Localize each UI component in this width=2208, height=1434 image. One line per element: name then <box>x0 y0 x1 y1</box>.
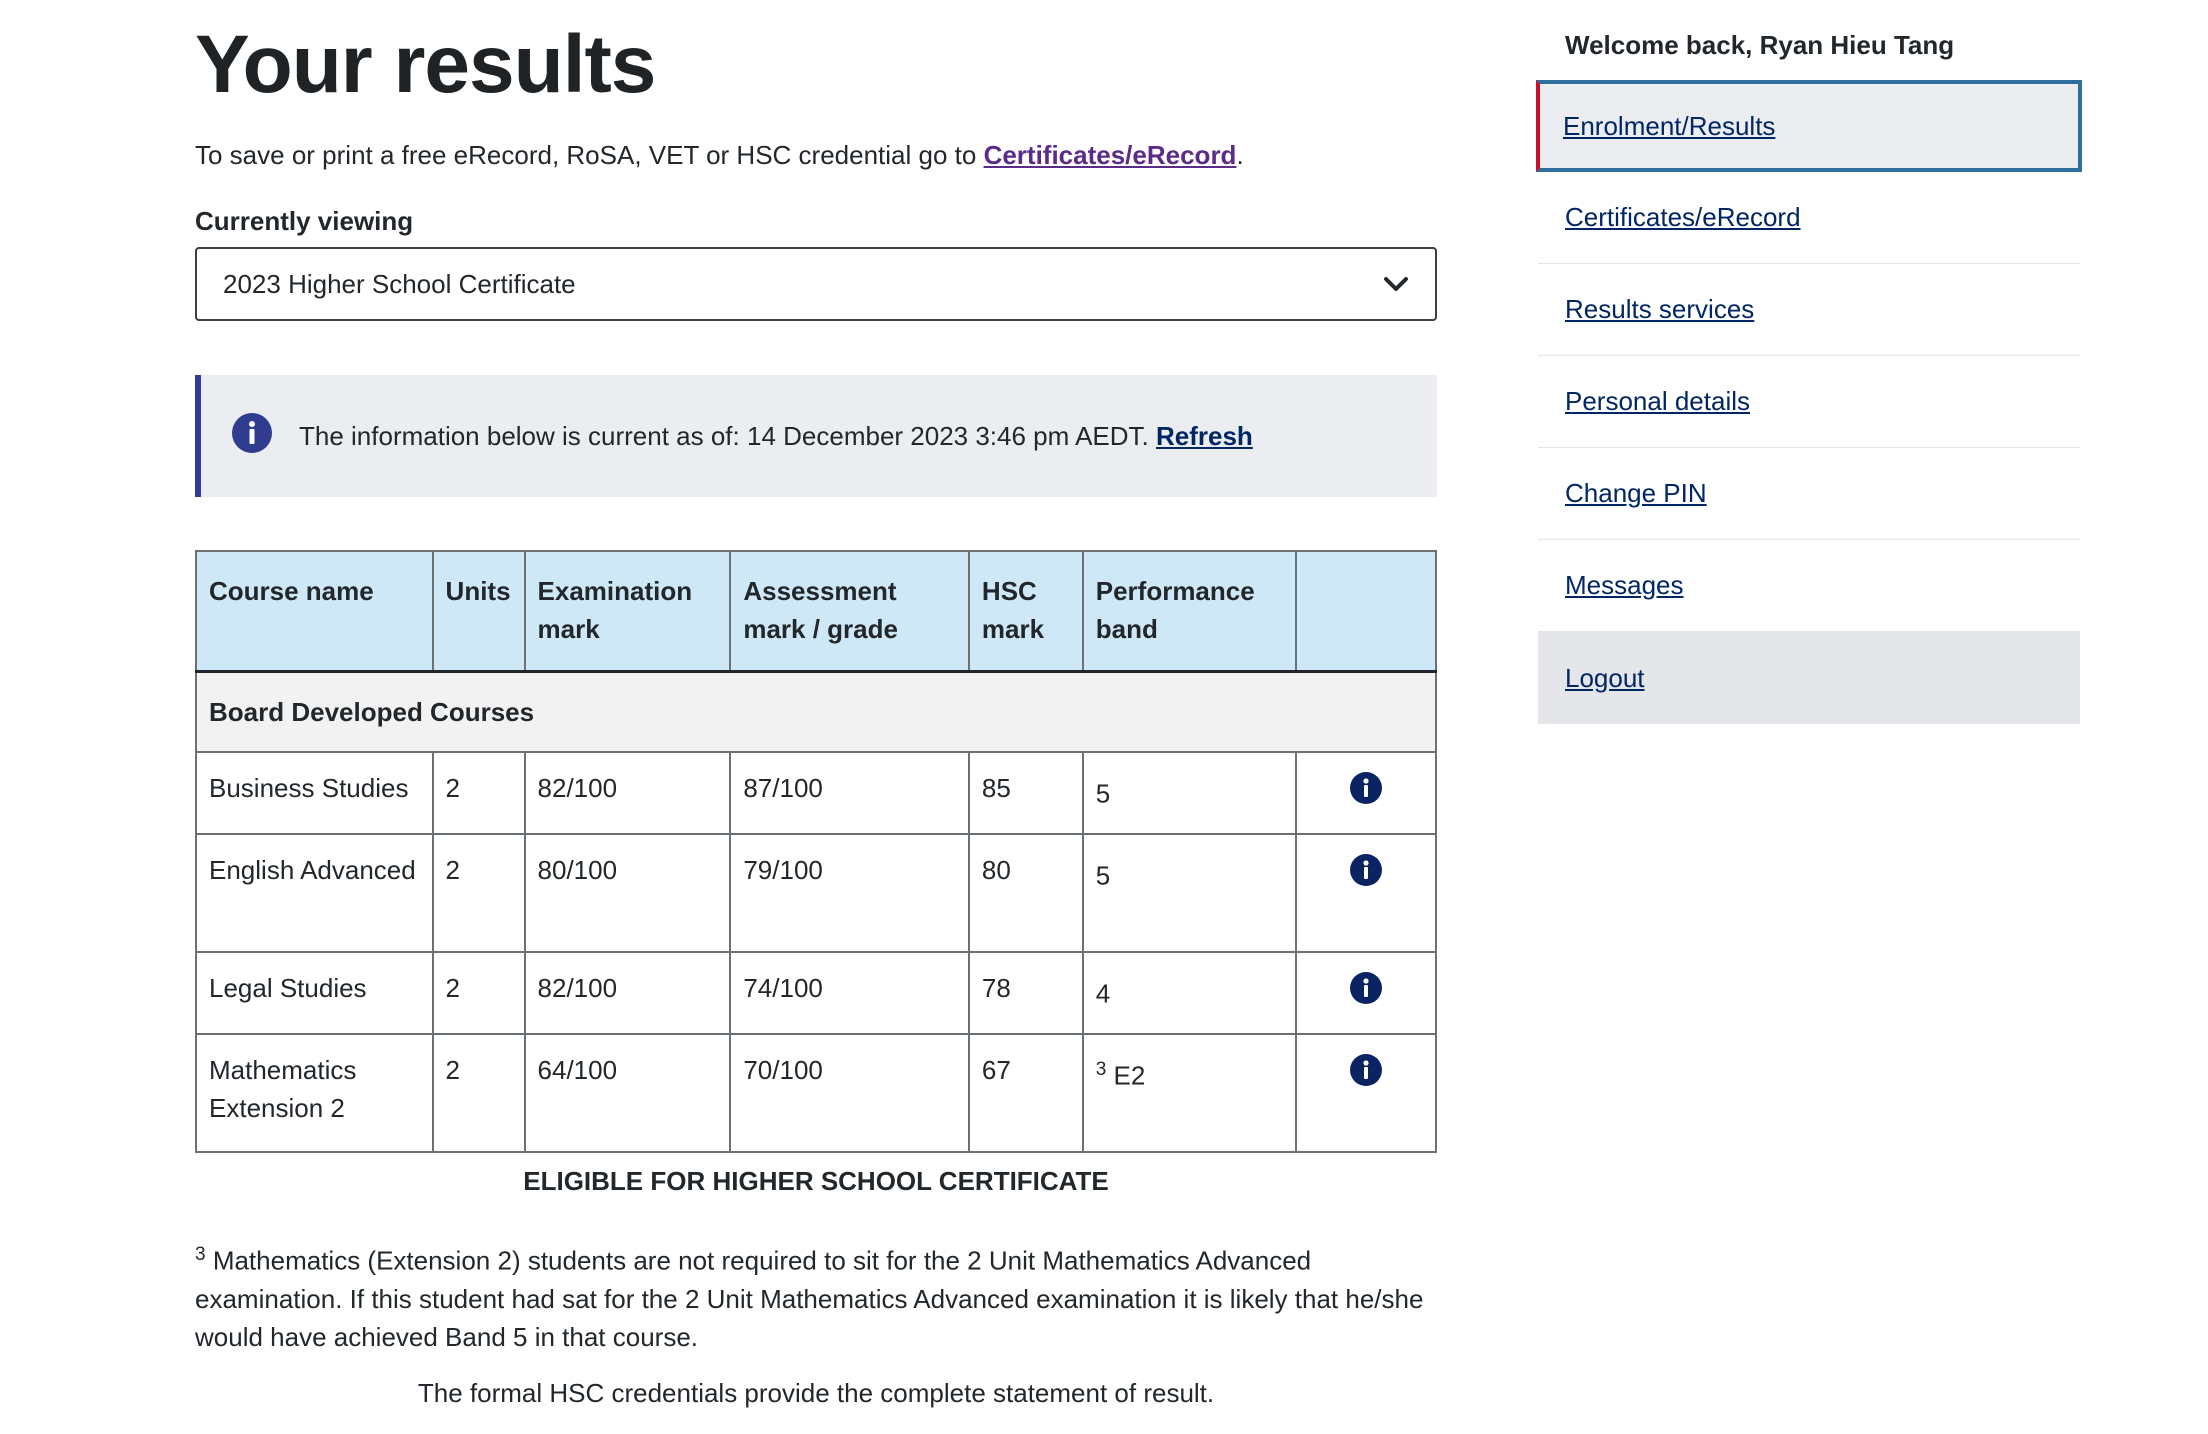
intro-end: . <box>1236 140 1244 170</box>
footnote-text: Mathematics (Extension 2) students are n… <box>195 1245 1424 1352</box>
info-cell <box>1294 833 1438 953</box>
performance-band: 4 <box>1081 951 1297 1035</box>
refresh-link[interactable]: Refresh <box>1156 421 1253 451</box>
examination-mark: 82/100 <box>523 951 732 1035</box>
sidebar-item-change-pin[interactable]: Change PIN <box>1538 448 2080 540</box>
certificate-select-value: 2023 Higher School Certificate <box>223 268 576 299</box>
header-assessment-mark: Assessment mark / grade <box>729 550 970 673</box>
info-circle-icon[interactable] <box>1349 1054 1383 1093</box>
chevron-down-icon <box>1383 269 1409 300</box>
hsc-mark: 80 <box>967 833 1084 953</box>
footnote: 3 Mathematics (Extension 2) students are… <box>195 1236 1437 1356</box>
assessment-mark: 74/100 <box>729 951 970 1035</box>
table-row: Mathematics Extension 2 2 64/100 70/100 … <box>195 1033 1438 1153</box>
examination-mark: 80/100 <box>523 833 732 953</box>
info-cell <box>1294 951 1438 1035</box>
sidebar-item-logout[interactable]: Logout <box>1538 632 2080 724</box>
group-label: Board Developed Courses <box>195 670 1437 753</box>
performance-band: 5 <box>1081 751 1297 835</box>
table-row: Business Studies 2 82/100 87/100 85 5 <box>195 751 1438 835</box>
assessment-mark: 70/100 <box>729 1033 970 1153</box>
examination-mark: 82/100 <box>523 751 732 835</box>
sidebar-item-messages[interactable]: Messages <box>1538 540 2080 632</box>
table-row: Legal Studies 2 82/100 74/100 78 4 <box>195 951 1438 1035</box>
hsc-mark: 85 <box>967 751 1084 835</box>
info-text: The information below is current as of: … <box>299 421 1253 452</box>
header-units: Units <box>431 550 526 673</box>
certificates-link[interactable]: Certificates/eRecord <box>984 140 1237 170</box>
certificate-select[interactable]: 2023 Higher School Certificate <box>195 247 1437 321</box>
header-examination-mark: Examination mark <box>523 550 732 673</box>
sidebar-item-personal-details[interactable]: Personal details <box>1538 356 2080 448</box>
table-row: English Advanced 2 80/100 79/100 80 5 <box>195 833 1438 953</box>
eligibility-status: ELIGIBLE FOR HIGHER SCHOOL CERTIFICATE <box>523 1166 1109 1196</box>
header-hsc-mark: HSC mark <box>967 550 1084 673</box>
sidebar-item-results-services[interactable]: Results services <box>1538 264 2080 356</box>
sidebar-item-certificates-erecord[interactable]: Certificates/eRecord <box>1538 172 2080 264</box>
sidebar-item-enrolment-results[interactable]: Enrolment/Results <box>1536 80 2082 172</box>
course-name: Legal Studies <box>195 951 434 1035</box>
info-text-label: The information below is current as of: … <box>299 420 1149 451</box>
band-value: 5 <box>1095 778 1111 809</box>
units: 2 <box>431 833 526 953</box>
course-name: English Advanced <box>195 833 434 953</box>
hsc-mark: 67 <box>967 1033 1084 1153</box>
intro-text-label: To save or print a free eRecord, RoSA, V… <box>195 140 984 170</box>
info-circle-icon[interactable] <box>1349 854 1383 893</box>
intro-text: To save or print a free eRecord, RoSA, V… <box>195 140 1244 171</box>
info-cell <box>1294 1033 1438 1153</box>
band-value: E2 <box>1113 1060 1146 1091</box>
course-name: Mathematics Extension 2 <box>195 1033 434 1153</box>
assessment-mark: 79/100 <box>729 833 970 953</box>
header-performance-band: Performance band <box>1081 550 1297 673</box>
performance-band: 5 <box>1081 833 1297 953</box>
course-name: Business Studies <box>195 751 434 835</box>
band-footnote-marker: 3 <box>1095 1059 1107 1080</box>
units: 2 <box>431 751 526 835</box>
group-row: Board Developed Courses <box>195 670 1437 753</box>
assessment-mark: 87/100 <box>729 751 970 835</box>
table-header-row: Course name Units Examination mark Asses… <box>195 550 1438 673</box>
hsc-mark: 78 <box>967 951 1084 1035</box>
info-circle-icon <box>231 412 273 461</box>
units: 2 <box>431 1033 526 1153</box>
info-cell <box>1294 751 1438 835</box>
info-circle-icon[interactable] <box>1349 772 1383 811</box>
formal-credentials-note: The formal HSC credentials provide the c… <box>417 1378 1215 1408</box>
currently-viewing-label: Currently viewing <box>195 206 414 236</box>
welcome-text: Welcome back, Ryan Hieu Tang <box>1565 30 1955 60</box>
header-info <box>1294 550 1438 673</box>
sidebar-nav: Enrolment/Results Certificates/eRecord R… <box>1536 80 2082 724</box>
band-value: 5 <box>1095 860 1111 891</box>
info-circle-icon[interactable] <box>1349 972 1383 1011</box>
header-course-name: Course name <box>195 550 434 673</box>
examination-mark: 64/100 <box>523 1033 732 1153</box>
band-value: 4 <box>1095 978 1111 1009</box>
units: 2 <box>431 951 526 1035</box>
footnote-marker: 3 <box>195 1244 206 1265</box>
results-table: Course name Units Examination mark Asses… <box>195 550 1438 1153</box>
info-banner: The information below is current as of: … <box>195 375 1437 497</box>
page-title: Your results <box>195 19 656 110</box>
performance-band: 3 E2 <box>1081 1033 1297 1153</box>
